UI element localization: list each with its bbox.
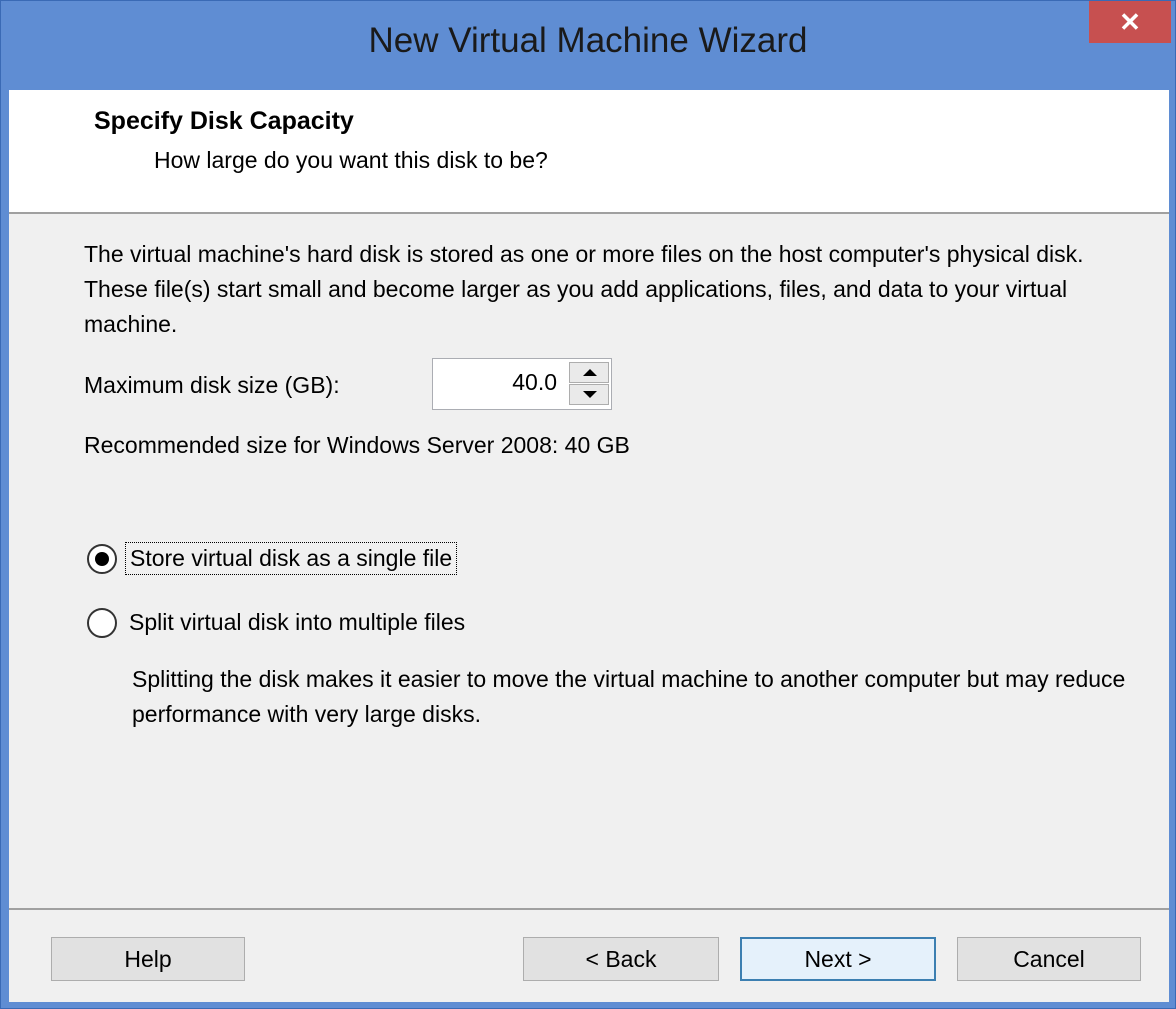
disk-description: The virtual machine's hard disk is store… xyxy=(84,241,1084,337)
arrow-down-icon xyxy=(583,391,597,398)
back-button[interactable]: < Back xyxy=(523,937,719,981)
radio-selected-dot xyxy=(95,551,109,566)
split-note: Splitting the disk makes it easier to mo… xyxy=(132,666,1126,727)
arrow-up-icon xyxy=(583,369,597,376)
spin-up-button[interactable] xyxy=(569,362,609,383)
disk-size-spinner[interactable] xyxy=(432,358,612,410)
wizard-content: Specify Disk Capacity How large do you w… xyxy=(9,90,1169,1002)
multiple-files-radio[interactable] xyxy=(87,607,117,638)
recommended-size-text: Recommended size for Windows Server 2008… xyxy=(84,432,630,458)
next-button[interactable]: Next > xyxy=(740,937,936,981)
disk-size-input[interactable] xyxy=(433,369,557,396)
footer-divider xyxy=(9,908,1169,910)
page-subtitle: How large do you want this disk to be? xyxy=(154,147,548,173)
title-bar[interactable]: New Virtual Machine Wizard ✕ xyxy=(1,1,1175,89)
multiple-files-option[interactable]: Split virtual disk into multiple files xyxy=(87,607,469,638)
wizard-window: New Virtual Machine Wizard ✕ Specify Dis… xyxy=(0,0,1176,1009)
single-file-radio[interactable] xyxy=(87,543,117,574)
window-title: New Virtual Machine Wizard xyxy=(368,21,808,60)
single-file-label[interactable]: Store virtual disk as a single file xyxy=(125,542,458,575)
close-icon: ✕ xyxy=(1119,6,1141,37)
close-button[interactable]: ✕ xyxy=(1089,1,1171,43)
page-title: Specify Disk Capacity xyxy=(94,107,354,135)
disk-size-label: Maximum disk size (GB): xyxy=(84,372,340,398)
help-button[interactable]: Help xyxy=(51,937,245,981)
wizard-header: Specify Disk Capacity How large do you w… xyxy=(9,90,1169,214)
cancel-button[interactable]: Cancel xyxy=(957,937,1141,981)
spin-down-button[interactable] xyxy=(569,384,609,405)
single-file-option[interactable]: Store virtual disk as a single file xyxy=(87,542,458,575)
multiple-files-label[interactable]: Split virtual disk into multiple files xyxy=(125,607,469,638)
